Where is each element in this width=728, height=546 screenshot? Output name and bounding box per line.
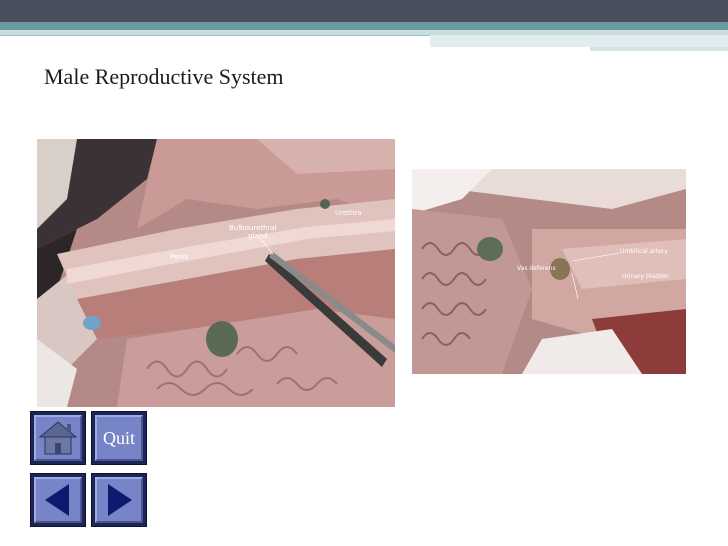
label-bulbourethral-1: Bulbourethral	[229, 224, 277, 232]
header-accent-thin	[590, 47, 728, 51]
header-accent	[430, 35, 728, 47]
previous-button-face	[34, 477, 82, 523]
home-button[interactable]	[30, 411, 86, 465]
home-icon	[38, 421, 78, 455]
label-bulbourethral-2: gland	[248, 232, 268, 240]
slide-title: Male Reproductive System	[44, 64, 284, 89]
quit-button[interactable]: Quit	[91, 411, 147, 465]
dissection-photo-left: Urethra Bulbourethral gland Penis	[37, 139, 395, 407]
label-vas-deferens: Vas deferens	[517, 265, 556, 272]
header-band-teal	[0, 22, 728, 30]
previous-button[interactable]	[30, 473, 86, 527]
triangle-left-icon	[45, 484, 69, 516]
dissection-photo-right: Umbilical artery Vas deferens Urinary bl…	[412, 169, 686, 374]
home-button-face	[34, 415, 82, 461]
label-umbilical-artery: Umbilical artery	[620, 248, 668, 255]
header-band-dark	[0, 0, 728, 22]
header-divider	[0, 35, 430, 36]
next-button-face	[95, 477, 143, 523]
label-urinary-bladder: Urinary bladder	[622, 273, 669, 280]
label-penis: Penis	[170, 253, 189, 261]
triangle-right-icon	[108, 484, 132, 516]
label-urethra: Urethra	[335, 209, 362, 217]
quit-button-face: Quit	[95, 415, 143, 461]
quit-label: Quit	[102, 427, 135, 448]
next-button[interactable]	[91, 473, 147, 527]
